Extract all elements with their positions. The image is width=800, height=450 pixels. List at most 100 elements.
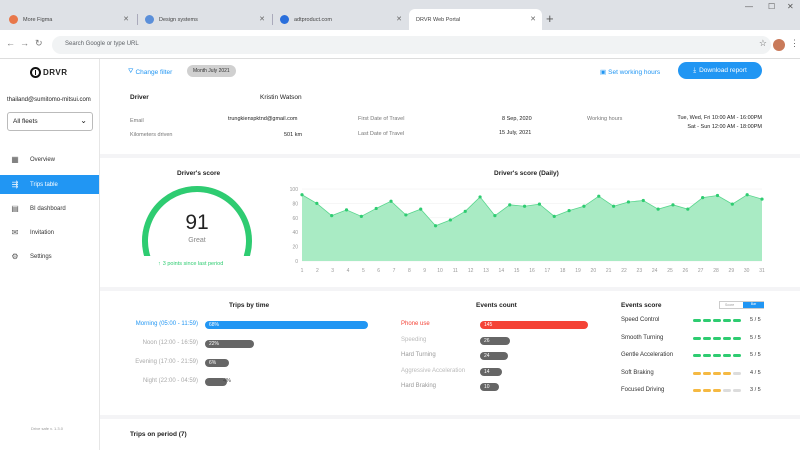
score-bar-toggle[interactable]: Score Bar	[719, 301, 764, 309]
tab-design-systems[interactable]: Design systems ✕	[138, 9, 271, 30]
sidebar-item-bi-dashboard[interactable]: ▤ BI dashboard	[0, 199, 99, 218]
forward-icon[interactable]: →	[20, 38, 29, 48]
set-working-hours-link[interactable]: ▣ Set working hours	[600, 68, 660, 77]
close-window-icon[interactable]: ✕	[787, 2, 794, 11]
data-point[interactable]	[626, 200, 631, 204]
fleet-select[interactable]: All fleets ⌄	[7, 112, 93, 131]
data-point[interactable]	[448, 218, 452, 222]
data-point[interactable]	[567, 209, 571, 213]
score-dash	[703, 389, 711, 392]
data-point[interactable]	[419, 207, 423, 211]
data-point[interactable]	[715, 193, 720, 198]
data-point[interactable]	[745, 193, 749, 197]
event-score-label: Gentle Acceleration	[621, 352, 674, 358]
minimize-icon[interactable]: —	[745, 2, 753, 11]
x-tick-label: 7	[393, 268, 396, 274]
x-tick-label: 10	[437, 268, 443, 274]
sidebar-item-invitation[interactable]: ✉ Invitation	[0, 223, 99, 242]
x-tick-label: 1	[301, 268, 304, 274]
data-point[interactable]	[612, 204, 616, 208]
data-point[interactable]	[300, 193, 304, 197]
x-tick-label: 9	[423, 268, 426, 274]
sidebar-item-overview[interactable]: ▦ Overview	[0, 150, 99, 169]
close-icon[interactable]: ✕	[396, 15, 402, 23]
close-icon[interactable]: ✕	[259, 15, 265, 23]
x-tick-label: 17	[545, 268, 551, 274]
x-tick-label: 15	[514, 268, 520, 274]
download-report-button[interactable]: ⤓ Download report	[678, 62, 762, 79]
profile-avatar[interactable]	[773, 39, 785, 51]
toggle-score[interactable]: Score	[725, 303, 734, 307]
score-dash	[733, 389, 741, 392]
omnibox[interactable]: Search Google or type URL ☆	[52, 36, 771, 54]
driver-heading: Driver	[130, 94, 149, 101]
daily-score-title: Driver's score (Daily)	[494, 170, 559, 177]
event-score-value: 3 / 5	[750, 387, 761, 393]
km-value: 501 km	[284, 132, 303, 138]
tab-drvr[interactable]: DRVR Web Portal ✕	[409, 9, 542, 30]
data-point[interactable]	[315, 201, 319, 205]
data-point[interactable]	[389, 199, 393, 203]
data-point[interactable]	[730, 202, 734, 206]
data-point[interactable]	[701, 196, 705, 200]
x-tick-label: 19	[575, 268, 581, 274]
x-tick-label: 14	[499, 268, 505, 274]
maximize-icon[interactable]: ☐	[768, 2, 775, 11]
back-icon[interactable]: ←	[6, 38, 15, 48]
sidebar-item-settings[interactable]: ⚙ Settings	[0, 247, 99, 266]
score-dash	[703, 336, 711, 340]
first-date-value: 8 Sep, 2020	[502, 116, 532, 122]
arrow-up-icon: ↑	[158, 261, 161, 267]
score-dash	[723, 336, 731, 340]
tab-adtproduct[interactable]: adtproduct.com ✕	[273, 9, 408, 30]
change-filter-link[interactable]: ⛛ Change filter	[128, 68, 172, 76]
gear-icon: ⚙	[11, 252, 19, 261]
data-point[interactable]	[582, 204, 586, 208]
data-point[interactable]	[686, 207, 690, 211]
dashboard-icon: ▤	[11, 204, 19, 213]
driver-name: Kristin Watson	[260, 94, 302, 101]
score-dash	[713, 371, 721, 375]
event-count-bar: 10	[480, 383, 499, 391]
data-point[interactable]	[433, 224, 438, 228]
data-point[interactable]	[537, 202, 542, 206]
month-filter-chip[interactable]: Month July 2021	[187, 65, 236, 77]
sidebar-item-trips-table[interactable]: ⇶ Trips table	[0, 175, 99, 194]
data-point[interactable]	[463, 209, 467, 213]
new-tab-icon[interactable]: +	[546, 12, 554, 25]
data-point[interactable]	[522, 204, 527, 208]
data-point[interactable]	[671, 203, 675, 207]
x-tick-label: 22	[621, 268, 627, 274]
calendar-icon: ▣	[600, 69, 607, 76]
toggle-bar[interactable]: Bar	[743, 302, 764, 308]
data-point[interactable]	[552, 214, 556, 218]
x-tick-label: 31	[759, 268, 765, 274]
data-point[interactable]	[508, 203, 512, 207]
data-point[interactable]	[641, 198, 645, 203]
data-point[interactable]	[493, 214, 497, 218]
browser-menu-icon[interactable]: ⋮	[790, 38, 799, 49]
data-point[interactable]	[374, 206, 378, 211]
browser-tab-bar: More Figma ✕ Design systems ✕ adtproduct…	[0, 0, 800, 30]
x-tick-label: 28	[713, 268, 719, 274]
y-tick-label: 60	[292, 216, 298, 222]
x-tick-label: 24	[652, 268, 658, 274]
data-point[interactable]	[656, 207, 660, 211]
reload-icon[interactable]: ↻	[35, 38, 43, 49]
data-point[interactable]	[330, 214, 334, 218]
y-tick-label: 100	[290, 187, 299, 193]
data-point[interactable]	[597, 194, 601, 198]
tab-more-figma[interactable]: More Figma ✕	[2, 9, 135, 30]
close-icon[interactable]: ✕	[530, 15, 536, 23]
data-point[interactable]	[760, 197, 764, 201]
bookmark-star-icon[interactable]: ☆	[759, 38, 767, 49]
sidebar: DRVR thailand@sumitomo-mitsui.com All fl…	[0, 59, 100, 450]
data-point[interactable]	[404, 213, 408, 217]
data-point[interactable]	[344, 208, 349, 212]
event-count-bar: 26	[480, 336, 510, 345]
x-tick-label: 27	[698, 268, 704, 274]
event-score-label: Soft Braking	[621, 369, 654, 376]
close-icon[interactable]: ✕	[123, 15, 129, 23]
data-point[interactable]	[478, 195, 482, 199]
data-point[interactable]	[359, 214, 363, 218]
